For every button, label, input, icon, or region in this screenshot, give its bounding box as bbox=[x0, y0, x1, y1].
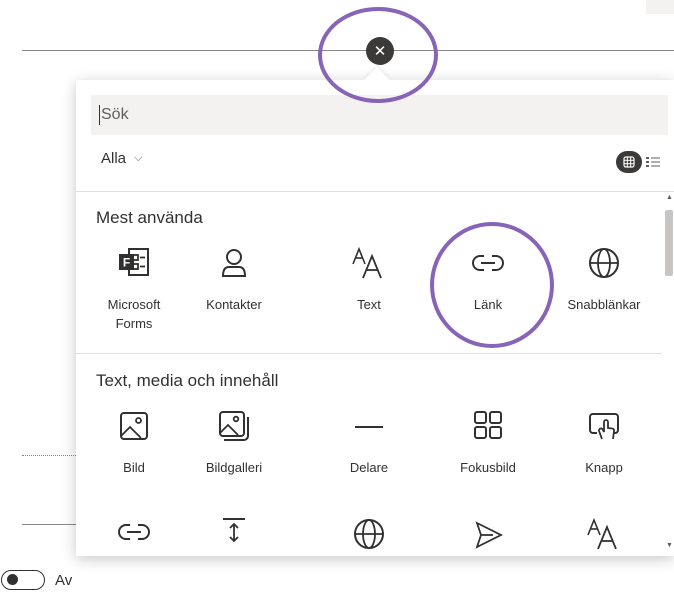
webpart-picker-panel: Alla ⌵ Mest använda bbox=[76, 80, 674, 556]
page-divider-line-lower bbox=[22, 524, 76, 525]
webpart-tile-microsoft-forms[interactable]: F Microsoft Forms bbox=[84, 246, 184, 333]
list-icon bbox=[646, 157, 660, 167]
webpart-tile-partial-spacer[interactable] bbox=[184, 515, 284, 549]
page-divider-line bbox=[22, 50, 674, 51]
webpart-tile-partial-text[interactable] bbox=[554, 515, 654, 549]
webpart-label: Snabblänkar bbox=[567, 297, 641, 312]
svg-text:F: F bbox=[123, 256, 130, 270]
webpart-label: Kontakter bbox=[206, 297, 262, 312]
webpart-tile-contacts[interactable]: Kontakter bbox=[184, 246, 284, 314]
toggle-switch[interactable] bbox=[1, 570, 45, 590]
webpart-tile-image-gallery[interactable]: Bildgalleri bbox=[184, 409, 284, 477]
search-box[interactable] bbox=[91, 95, 668, 135]
hero-grid-icon bbox=[474, 411, 502, 439]
chevron-down-icon: ⌵ bbox=[134, 152, 143, 164]
page-corner-block bbox=[646, 0, 674, 14]
webpart-label: Delare bbox=[349, 460, 389, 475]
webpart-list: Mest använda F Microsoft Forms Kontakter… bbox=[76, 192, 662, 556]
webpart-label: Fokusbild bbox=[460, 460, 516, 475]
webpart-tile-partial-globe[interactable] bbox=[319, 515, 419, 549]
globe-icon bbox=[354, 519, 384, 549]
webpart-label: Bildgalleri bbox=[205, 460, 263, 475]
webpart-label: Knapp bbox=[585, 460, 623, 475]
webpart-tile-text[interactable]: Text bbox=[319, 246, 419, 314]
webpart-tile-image[interactable]: Bild bbox=[84, 409, 184, 477]
link-icon bbox=[118, 524, 150, 540]
webpart-label: Text bbox=[357, 297, 381, 312]
webpart-tile-quick-links[interactable]: Snabblänkar bbox=[554, 246, 654, 314]
grid-icon bbox=[623, 156, 635, 168]
view-toggle bbox=[616, 151, 660, 173]
toggle-label: Av bbox=[55, 571, 73, 589]
webpart-tile-link[interactable]: Länk bbox=[438, 246, 538, 314]
close-button[interactable]: ✕ bbox=[366, 37, 394, 65]
button-touch-icon bbox=[589, 413, 619, 440]
section-separator bbox=[76, 353, 662, 354]
scroll-down-icon[interactable]: ▼ bbox=[666, 542, 673, 549]
search-input[interactable] bbox=[101, 106, 668, 124]
grid-view-button[interactable] bbox=[616, 151, 642, 173]
scroll-up-icon[interactable]: ▲ bbox=[666, 194, 673, 201]
webpart-tile-partial-link[interactable] bbox=[84, 515, 184, 549]
webpart-label: Microsoft Forms bbox=[107, 297, 161, 331]
microsoft-forms-icon: F bbox=[119, 248, 149, 276]
filter-label: Alla bbox=[101, 150, 127, 167]
section-title-text-media: Text, media och innehåll bbox=[96, 371, 279, 390]
text-icon bbox=[352, 246, 382, 279]
image-icon bbox=[120, 412, 148, 440]
list-view-button[interactable] bbox=[646, 155, 660, 169]
link-icon bbox=[472, 255, 504, 271]
scrollbar[interactable]: ▲ ▼ bbox=[664, 192, 674, 556]
divider-icon bbox=[355, 426, 383, 428]
send-icon bbox=[475, 521, 504, 549]
scrollbar-thumb[interactable] bbox=[665, 210, 673, 276]
text-icon bbox=[587, 517, 617, 549]
close-icon: ✕ bbox=[373, 42, 387, 60]
toggle-knob bbox=[7, 574, 18, 585]
webpart-tile-divider[interactable]: Delare bbox=[319, 409, 419, 477]
webpart-tile-hero[interactable]: Fokusbild bbox=[438, 409, 538, 477]
text-caret bbox=[99, 105, 100, 125]
webpart-tile-partial-send[interactable] bbox=[438, 515, 538, 549]
toggle-row: Av bbox=[0, 570, 72, 590]
webpart-tile-button[interactable]: Knapp bbox=[554, 409, 654, 477]
spacer-icon bbox=[223, 518, 245, 543]
filter-dropdown[interactable]: Alla ⌵ bbox=[101, 150, 142, 167]
image-gallery-icon bbox=[219, 411, 249, 441]
webpart-label: Länk bbox=[473, 297, 503, 312]
webpart-label: Bild bbox=[123, 460, 145, 475]
person-icon bbox=[221, 249, 247, 277]
section-title-most-used: Mest använda bbox=[96, 208, 203, 227]
page-dotted-line bbox=[22, 455, 76, 457]
globe-icon bbox=[589, 248, 619, 278]
